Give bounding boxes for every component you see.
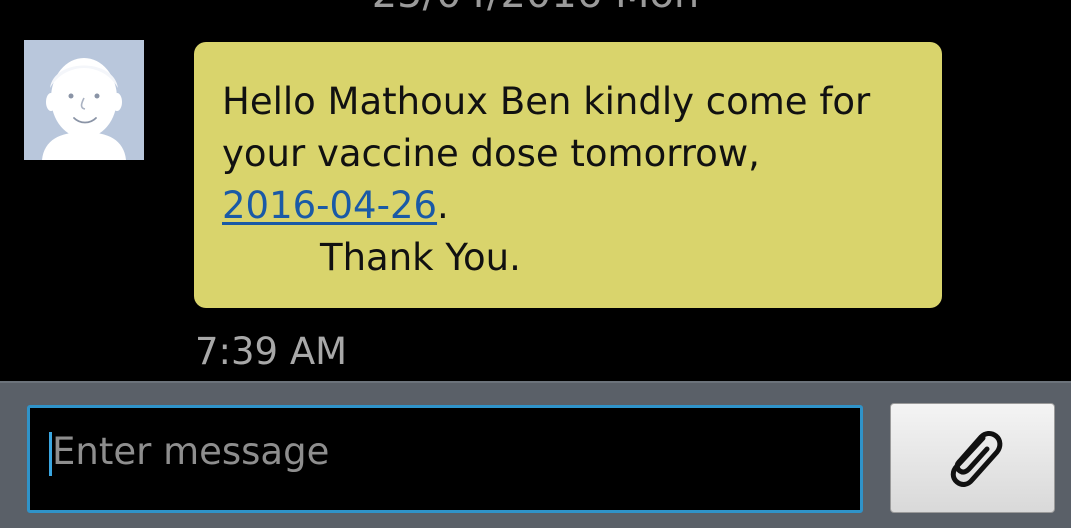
message-line-2: your vaccine dose tomorrow, — [222, 132, 760, 175]
composer-bar: Enter message — [0, 381, 1071, 528]
message-period: . — [437, 184, 449, 227]
text-cursor — [49, 432, 52, 476]
message-line-1: Hello Mathoux Ben kindly come for — [222, 80, 871, 123]
attach-button[interactable] — [890, 403, 1055, 513]
date-header: 25/04/2016 Mon — [0, 0, 1071, 14]
message-bubble[interactable]: Hello Mathoux Ben kindly come for your v… — [194, 42, 942, 308]
message-input[interactable]: Enter message — [27, 405, 863, 513]
message-line-3: 2016-04-26. — [222, 180, 914, 232]
date-link[interactable]: 2016-04-26 — [222, 184, 437, 227]
message-signoff: Thank You. — [320, 236, 521, 279]
message-timestamp: 7:39 AM — [195, 330, 348, 373]
message-input-placeholder: Enter message — [52, 430, 330, 473]
contact-avatar[interactable] — [24, 40, 144, 160]
message-text: Hello Mathoux Ben kindly come for your v… — [222, 76, 914, 284]
messaging-screen: 25/04/2016 Mon Hello Mathoux Ben kindly … — [0, 0, 1071, 528]
default-contact-avatar-icon — [24, 40, 144, 160]
paperclip-icon — [950, 431, 1003, 487]
